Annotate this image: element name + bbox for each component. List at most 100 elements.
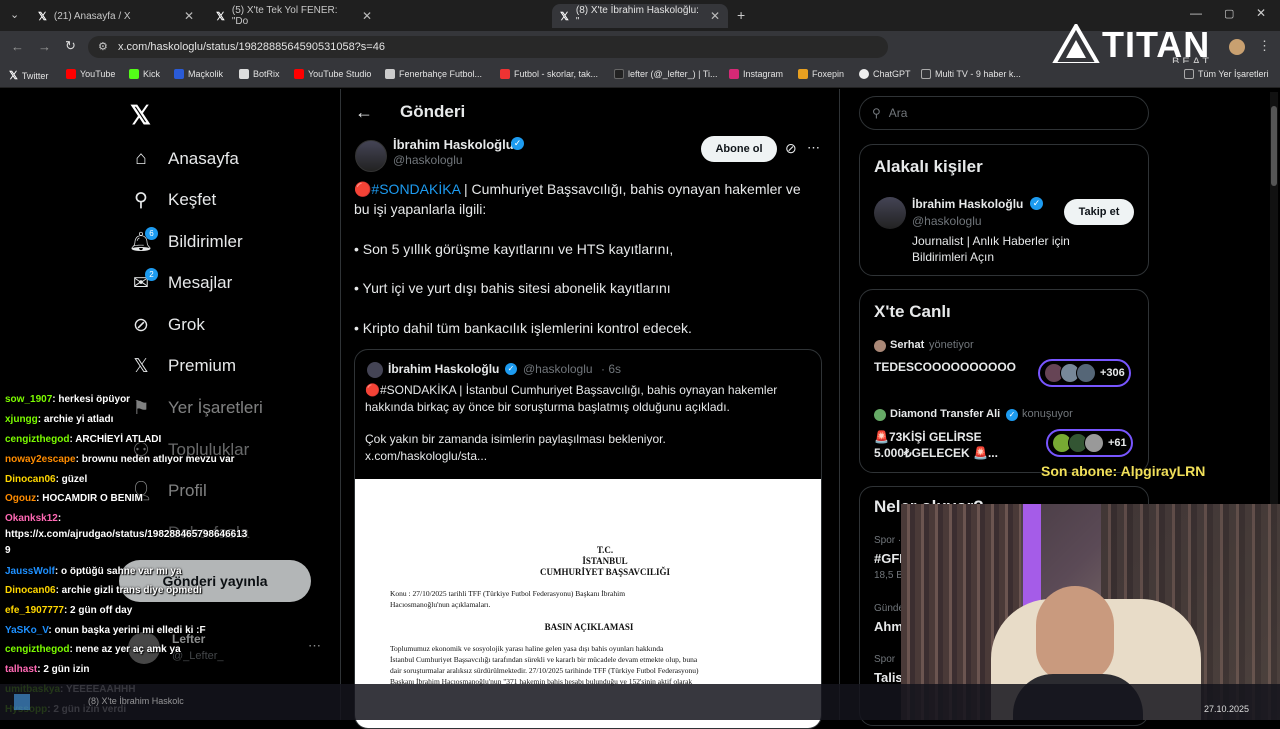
bookmark-chatgpt[interactable]: ChatGPT [859, 69, 911, 79]
chat-message: sow_1907: herkesi öpüyor [5, 394, 130, 405]
reload-icon[interactable]: ↻ [65, 38, 76, 54]
grok-icon[interactable]: ⊘ [785, 140, 797, 157]
verified-icon: ✓ [1006, 409, 1018, 421]
author-avatar[interactable] [355, 140, 387, 172]
space-listeners[interactable]: +306 [1038, 359, 1131, 387]
tab-close-icon[interactable]: ✕ [362, 9, 372, 23]
futbol-icon [500, 69, 510, 79]
bookmark-multitv[interactable]: Multi TV - 9 haber k... [921, 69, 1021, 79]
bookmark-foxepin[interactable]: Foxepin [798, 69, 844, 79]
bookmark-label: BotRix [253, 69, 280, 79]
back-icon[interactable]: ← [11, 39, 24, 54]
more-icon[interactable]: ⋯ [308, 638, 321, 654]
space-title[interactable]: TEDESCOOOOOOOOOO [874, 360, 1016, 374]
doc-heading: İSTANBUL [582, 556, 628, 566]
bookmark-label: Foxepin [812, 69, 845, 79]
tiktok-icon [614, 69, 624, 79]
trend-name[interactable]: #GFI [874, 551, 903, 566]
search-input[interactable]: ⚲ Ara [859, 96, 1149, 130]
trend-name[interactable]: Ahm [874, 619, 903, 634]
bookmark-label: Twitter [21, 70, 49, 81]
bookmark-label: ChatGPT [873, 69, 911, 79]
bookmark-botrix[interactable]: BotRix [239, 69, 280, 79]
more-icon[interactable]: ⋯ [807, 140, 820, 156]
youtube-icon [66, 69, 76, 79]
bookmark-lefter[interactable]: lefter (@_lefter_) | Ti... [614, 69, 718, 79]
tab-close-icon[interactable]: ✕ [184, 9, 194, 23]
follow-button[interactable]: Takip et [1064, 199, 1134, 225]
sidebar-item-explore[interactable]: ⚲ Keşfet [130, 189, 216, 211]
tab-haskologlu[interactable]: 𝕏 (8) X'te İbrahim Haskoloğlu: " ✕ [552, 4, 728, 28]
author-handle[interactable]: @haskologlu [393, 153, 463, 167]
bookmark-futbol[interactable]: Futbol - skorlar, tak... [500, 69, 598, 79]
quote-link: x.com/haskologlu/sta... [365, 449, 488, 463]
chat-message: xjungg: archie yi atladı [5, 414, 113, 425]
sidebar-item-messages[interactable]: ✉ 2 Mesajlar [130, 268, 233, 294]
bookmark-instagram[interactable]: Instagram [729, 69, 783, 79]
trend-name[interactable]: Talis [874, 670, 903, 685]
sidebar-item-notifications[interactable]: 🔔︎ 6 Bildirimler [129, 227, 243, 253]
chat-text: : 2 gün izin [37, 664, 90, 675]
space-title[interactable]: 🚨73KİŞİ GELİRSE [874, 430, 982, 444]
profile-avatar[interactable] [1229, 39, 1245, 55]
person-bio: Journalist | Anlık Haberler için [912, 234, 1070, 248]
space-title[interactable]: 5.000₺GELECEK 🚨... [874, 446, 998, 460]
bookmark-mackolik[interactable]: Maçkolik [174, 69, 223, 79]
back-arrow-icon[interactable]: ← [355, 102, 373, 123]
scrollbar-thumb[interactable] [1271, 106, 1277, 186]
new-tab-icon[interactable]: + [737, 7, 745, 23]
minimize-icon[interactable]: — [1190, 6, 1202, 20]
bookmark-youtube[interactable]: YouTube [66, 69, 115, 79]
bookmark-kick[interactable]: Kick [129, 69, 160, 79]
person-name[interactable]: İbrahim Haskoloğlu [912, 197, 1023, 211]
all-bookmarks[interactable]: Tüm Yer İşaretleri [1184, 69, 1269, 79]
doc-heading: T.C. [596, 545, 614, 555]
sidebar-item-label: Anasayfa [168, 149, 239, 168]
chat-username: efe_1907777 [5, 605, 64, 616]
avatar[interactable] [874, 197, 906, 229]
foxepin-icon [798, 69, 808, 79]
taskbar-item[interactable]: (8) X'te İbrahim Haskolc [88, 696, 184, 706]
close-window-icon[interactable]: ✕ [1256, 6, 1266, 20]
sidebar-item-home[interactable]: ⌂ Anasayfa [130, 148, 239, 170]
forward-icon[interactable]: → [38, 39, 51, 54]
space-role: konuşuyor [1022, 408, 1073, 420]
search-icon: ⚲ [134, 189, 148, 211]
maximize-icon[interactable]: ▢ [1224, 7, 1234, 20]
author-name[interactable]: İbrahim Haskoloğlu [393, 137, 514, 152]
hashtag-link[interactable]: 🔴#SONDAKİKA [354, 181, 460, 197]
youtube-studio-icon [294, 69, 304, 79]
quote-author: İbrahim Haskoloğlu [388, 362, 500, 376]
space-host: Diamond Transfer Ali [890, 408, 1001, 420]
tab-close-icon[interactable]: ✕ [710, 9, 720, 23]
bookmark-youtube-studio[interactable]: YouTube Studio [294, 69, 371, 79]
start-icon[interactable] [14, 694, 30, 710]
tab-home[interactable]: 𝕏 (21) Anasayfa / X ✕ [30, 4, 202, 28]
chat-text: https://x.com/ajrudgao/status/1982884657… [5, 529, 248, 540]
post-bullet-3: • Kripto dahil tüm bankacılık işlemlerin… [354, 320, 692, 336]
tab-fener[interactable]: 𝕏 (5) X'te Tek Yol FENER: "Do ✕ [208, 4, 380, 28]
chat-message: 9 [5, 545, 11, 556]
chat-text: : 2 gün off day [63, 605, 133, 616]
instagram-icon [729, 69, 739, 79]
chat-username: JaussWolf [5, 566, 55, 577]
url-input[interactable]: ⚙ x.com/haskologlu/status/19828885645905… [88, 36, 888, 58]
all-bookmarks-label: Tüm Yer İşaretleri [1198, 69, 1269, 79]
quoted-post[interactable]: İbrahim Haskoloğlu ✓ @haskologlu · 6s 🔴#… [354, 349, 822, 729]
bookmark-twitter[interactable]: 𝕏 Twitter [9, 69, 48, 82]
chat-username: talhast [5, 664, 38, 675]
site-info-icon[interactable]: ⚙ [98, 40, 108, 53]
space-host: Serhat [890, 339, 925, 351]
message-badge: 2 [145, 268, 158, 281]
post-column: ← Gönderi İbrahim Haskoloğlu ✓ @haskolog… [340, 89, 840, 729]
bookmark-fenerbahce[interactable]: Fenerbahçe Futbol... [385, 69, 482, 79]
sidebar-item-grok[interactable]: ⊘ Grok [130, 314, 205, 336]
grok-icon: ⊘ [133, 314, 149, 336]
tab-search-icon[interactable]: ⌄ [10, 8, 19, 21]
space-listeners[interactable]: +61 [1046, 429, 1133, 457]
x-logo-icon[interactable]: 𝕏 [130, 100, 151, 131]
menu-icon[interactable]: ⋮ [1258, 38, 1271, 54]
subscribe-button[interactable]: Abone ol [701, 136, 777, 162]
sidebar-item-premium[interactable]: 𝕏 Premium [130, 355, 236, 377]
sidebar-item-label: Mesajlar [168, 273, 233, 292]
